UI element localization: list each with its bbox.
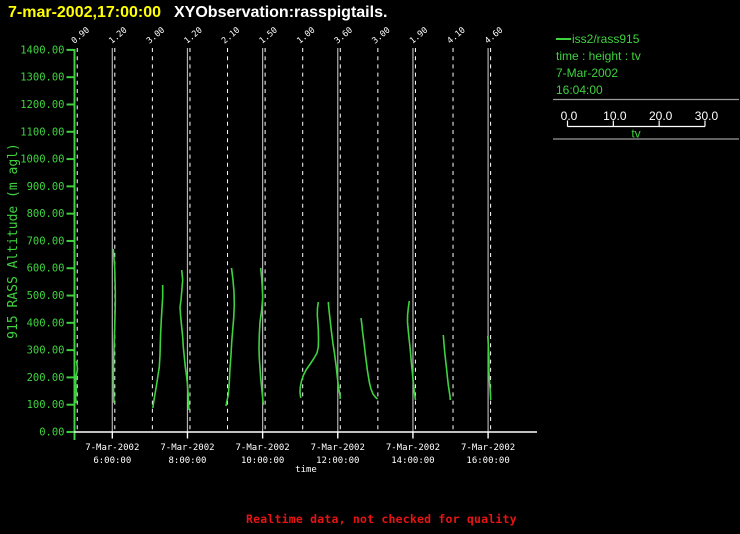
x-tick-date-label: 7-Mar-2002 xyxy=(311,443,365,453)
x-tick-time-label: 10:00:00 xyxy=(241,456,284,466)
obs-value-label: 3.60 xyxy=(333,25,355,46)
rass-profile-trace xyxy=(327,301,342,400)
y-tick-label: 400.00 xyxy=(27,317,65,329)
obs-value-label: 1.20 xyxy=(182,25,204,46)
y-tick-label: 1000.00 xyxy=(20,154,64,166)
y-tick-label: 800.00 xyxy=(27,208,65,220)
y-tick-label: 1300.00 xyxy=(20,72,64,84)
y-tick-label: 0.00 xyxy=(39,427,64,439)
page-title: 7-mar-2002,17:00:00 XYObservation:rasspig… xyxy=(8,4,387,22)
y-tick-label: 100.00 xyxy=(27,399,65,411)
x-tick-time-label: 16:00:00 xyxy=(466,456,509,466)
legend-date: 7-Mar-2002 xyxy=(556,66,619,80)
rass-profile-trace xyxy=(442,334,452,401)
y-tick-label: 600.00 xyxy=(27,263,65,275)
legend: iss2/rass915 time : height : tv 7-Mar-20… xyxy=(556,31,641,99)
x-tick-time-label: 8:00:00 xyxy=(168,456,206,466)
tv-scale-label: tv xyxy=(631,127,640,141)
x-tick-date-label: 7-Mar-2002 xyxy=(386,443,440,453)
obs-value-label: 4.60 xyxy=(483,25,505,46)
series-line-icon xyxy=(556,38,571,40)
y-tick-label: 700.00 xyxy=(27,235,65,247)
rass-profile-trace xyxy=(360,317,379,400)
title-plot-name: XYObservation:rasspigtails. xyxy=(174,4,388,21)
rass-profile-trace xyxy=(152,285,164,409)
obs-value-label: 1.90 xyxy=(408,25,430,46)
y-tick-label: 900.00 xyxy=(27,181,65,193)
obs-value-label: 3.00 xyxy=(145,25,167,46)
obs-value-label: 0.90 xyxy=(70,25,92,46)
obs-value-label: 4.10 xyxy=(446,25,468,46)
x-tick-date-label: 7-Mar-2002 xyxy=(160,443,214,453)
legend-fields-label: time : height : tv xyxy=(556,49,641,63)
y-tick-label: 500.00 xyxy=(27,290,65,302)
obs-value-label: 3.00 xyxy=(370,25,392,46)
tv-scale-tick-label: 10.0 xyxy=(603,109,627,123)
tv-scale-tick-label: 0.0 xyxy=(561,109,578,123)
y-tick-label: 200.00 xyxy=(27,372,65,384)
tv-scale-tick-label: 20.0 xyxy=(649,109,673,123)
y-tick-label: 1200.00 xyxy=(20,99,64,111)
obs-value-label: 1.00 xyxy=(295,25,317,46)
x-tick-time-label: 12:00:00 xyxy=(316,456,359,466)
legend-time: 16:04:00 xyxy=(556,83,603,97)
x-tick-time-label: 6:00:00 xyxy=(93,456,131,466)
y-tick-label: 300.00 xyxy=(27,345,65,357)
y-tick-label: 1100.00 xyxy=(20,126,64,138)
x-tick-date-label: 7-Mar-2002 xyxy=(85,443,139,453)
legend-series-label: iss2/rass915 xyxy=(572,32,640,46)
obs-value-label: 1.50 xyxy=(258,25,280,46)
y-axis-title: 915 RASS Altitude (m agl) xyxy=(6,143,21,339)
rass-profile-trace xyxy=(406,300,417,401)
y-tick-label: 1400.00 xyxy=(20,44,64,56)
rass-profile-trace xyxy=(299,301,320,399)
x-tick-date-label: 7-Mar-2002 xyxy=(461,443,515,453)
obs-value-label: 2.10 xyxy=(220,25,242,46)
title-datetime: 7-mar-2002,17:00:00 xyxy=(8,4,161,21)
tv-scale-tick-label: 30.0 xyxy=(695,109,719,123)
x-axis-title: time xyxy=(295,465,317,475)
rass-profile-trace xyxy=(74,360,79,404)
obs-value-label: 1.20 xyxy=(107,25,129,46)
quality-notice: Realtime data, not checked for quality xyxy=(246,512,517,526)
x-tick-date-label: 7-Mar-2002 xyxy=(236,443,290,453)
legend-series-row: iss2/rass915 xyxy=(556,31,641,48)
x-tick-time-label: 14:00:00 xyxy=(391,456,434,466)
screen: 7-Mar-2002 6:00:00 7-Mar-2002 8:00:00 7-Mar-… xyxy=(0,0,740,534)
